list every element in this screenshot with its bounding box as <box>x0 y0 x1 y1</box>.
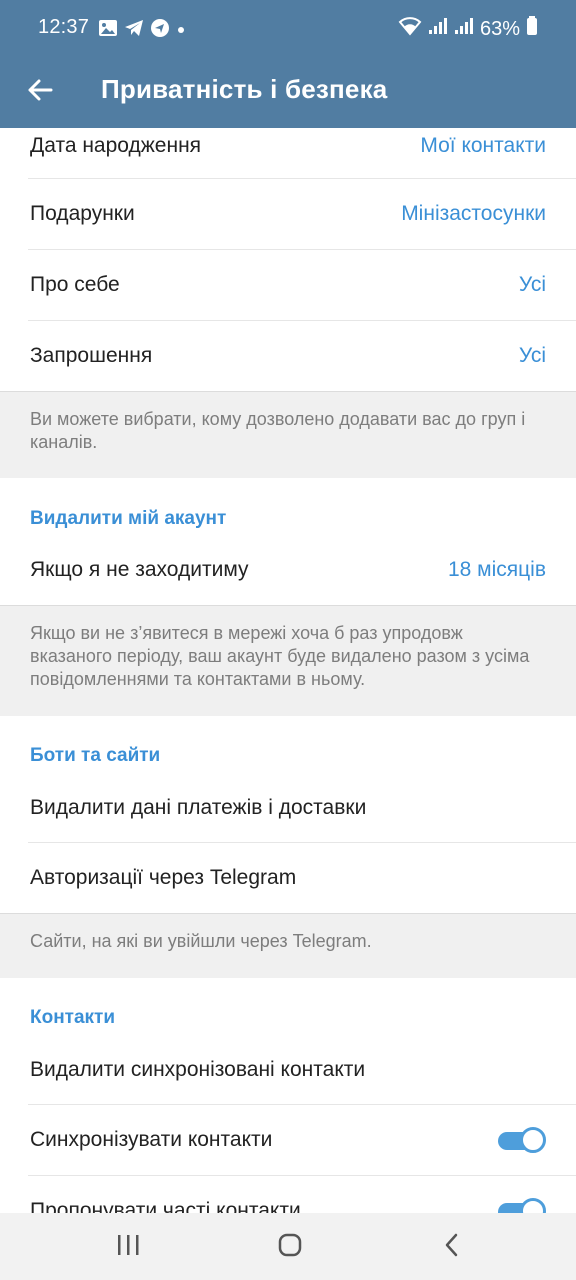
battery-icon <box>526 16 538 42</box>
row-value: Мої контакти <box>420 134 546 157</box>
suggest-frequent-contacts-toggle[interactable] <box>498 1198 546 1213</box>
page-title: Приватність і безпека <box>101 74 388 104</box>
back-button[interactable] <box>18 70 62 114</box>
row-label: Видалити дані платежів і доставки <box>30 796 367 819</box>
row-value: Мінізастосунки <box>401 202 546 225</box>
sync-contacts-row[interactable]: Синхронізувати контакти <box>0 1105 576 1175</box>
arrow-left-icon <box>27 78 53 107</box>
row-label: Синхронізувати контакти <box>30 1128 273 1151</box>
status-time: 12:37 <box>38 16 90 38</box>
row-label: Запрошення <box>30 344 153 367</box>
row-value: Усі <box>518 344 546 367</box>
row-label: Якщо я не заходитиму <box>30 558 249 581</box>
recents-icon <box>116 1234 140 1261</box>
bots-info-text: Сайти, на які ви увійшли через Telegram. <box>0 914 576 978</box>
row-label: Дата народження <box>30 134 202 157</box>
signal-icon <box>454 17 474 41</box>
row-label: Пропонувати часті контакти <box>30 1199 301 1213</box>
navigation-icon <box>150 18 170 43</box>
bots-header: Боти та сайти <box>30 745 161 766</box>
home-button[interactable] <box>270 1231 310 1263</box>
settings-list: Дата народження Мої контакти Подарунки М… <box>0 128 576 1213</box>
delete-account-info-text: Якщо ви не з’явитеся в мережі хоча б раз… <box>0 606 576 716</box>
dot-icon <box>176 22 186 40</box>
row-label: Про себе <box>30 273 120 296</box>
wifi-icon <box>398 16 422 42</box>
row-label: Авторизації через Telegram <box>30 866 297 889</box>
toggle-knob <box>520 1198 546 1213</box>
row-value: 18 місяців <box>447 558 546 581</box>
privacy-row-birthday[interactable]: Дата народження Мої контакти <box>0 128 576 178</box>
privacy-row-bio[interactable]: Про себе Усі <box>0 250 576 320</box>
signal-icon <box>428 17 448 41</box>
battery-percent: 63% <box>479 17 520 40</box>
app-bar: Приватність і безпека <box>0 58 576 128</box>
back-icon <box>443 1232 461 1263</box>
status-right-icons: 63% <box>398 16 538 42</box>
row-label: Подарунки <box>30 202 135 225</box>
home-icon <box>277 1232 303 1263</box>
sync-contacts-toggle[interactable] <box>498 1127 546 1153</box>
delete-account-period-row[interactable]: Якщо я не заходитиму 18 місяців <box>0 536 576 604</box>
delete-payment-data-row[interactable]: Видалити дані платежів і доставки <box>0 774 576 842</box>
suggest-frequent-contacts-row[interactable]: Пропонувати часті контакти <box>0 1176 576 1213</box>
row-value: Усі <box>518 273 546 296</box>
privacy-row-gifts[interactable]: Подарунки Мінізастосунки <box>0 179 576 249</box>
telegram-authorizations-row[interactable]: Авторизації через Telegram <box>0 843 576 913</box>
toggle-knob <box>520 1127 546 1153</box>
gallery-icon <box>98 19 118 42</box>
row-label: Видалити синхронізовані контакти <box>30 1058 366 1081</box>
recents-button[interactable] <box>108 1231 148 1263</box>
privacy-row-invites[interactable]: Запрошення Усі <box>0 321 576 391</box>
contacts-header: Контакти <box>30 1007 116 1028</box>
delete-synced-contacts-row[interactable]: Видалити синхронізовані контакти <box>0 1036 576 1104</box>
status-bar: 12:37 63% <box>0 0 576 58</box>
status-notification-icons <box>98 18 186 43</box>
telegram-icon <box>124 19 144 42</box>
delete-account-header: Видалити мій акаунт <box>30 508 227 529</box>
invites-info-text: Ви можете вибрати, кому дозволено додава… <box>0 392 576 478</box>
system-nav-bar <box>0 1213 576 1280</box>
nav-back-button[interactable] <box>432 1231 472 1263</box>
